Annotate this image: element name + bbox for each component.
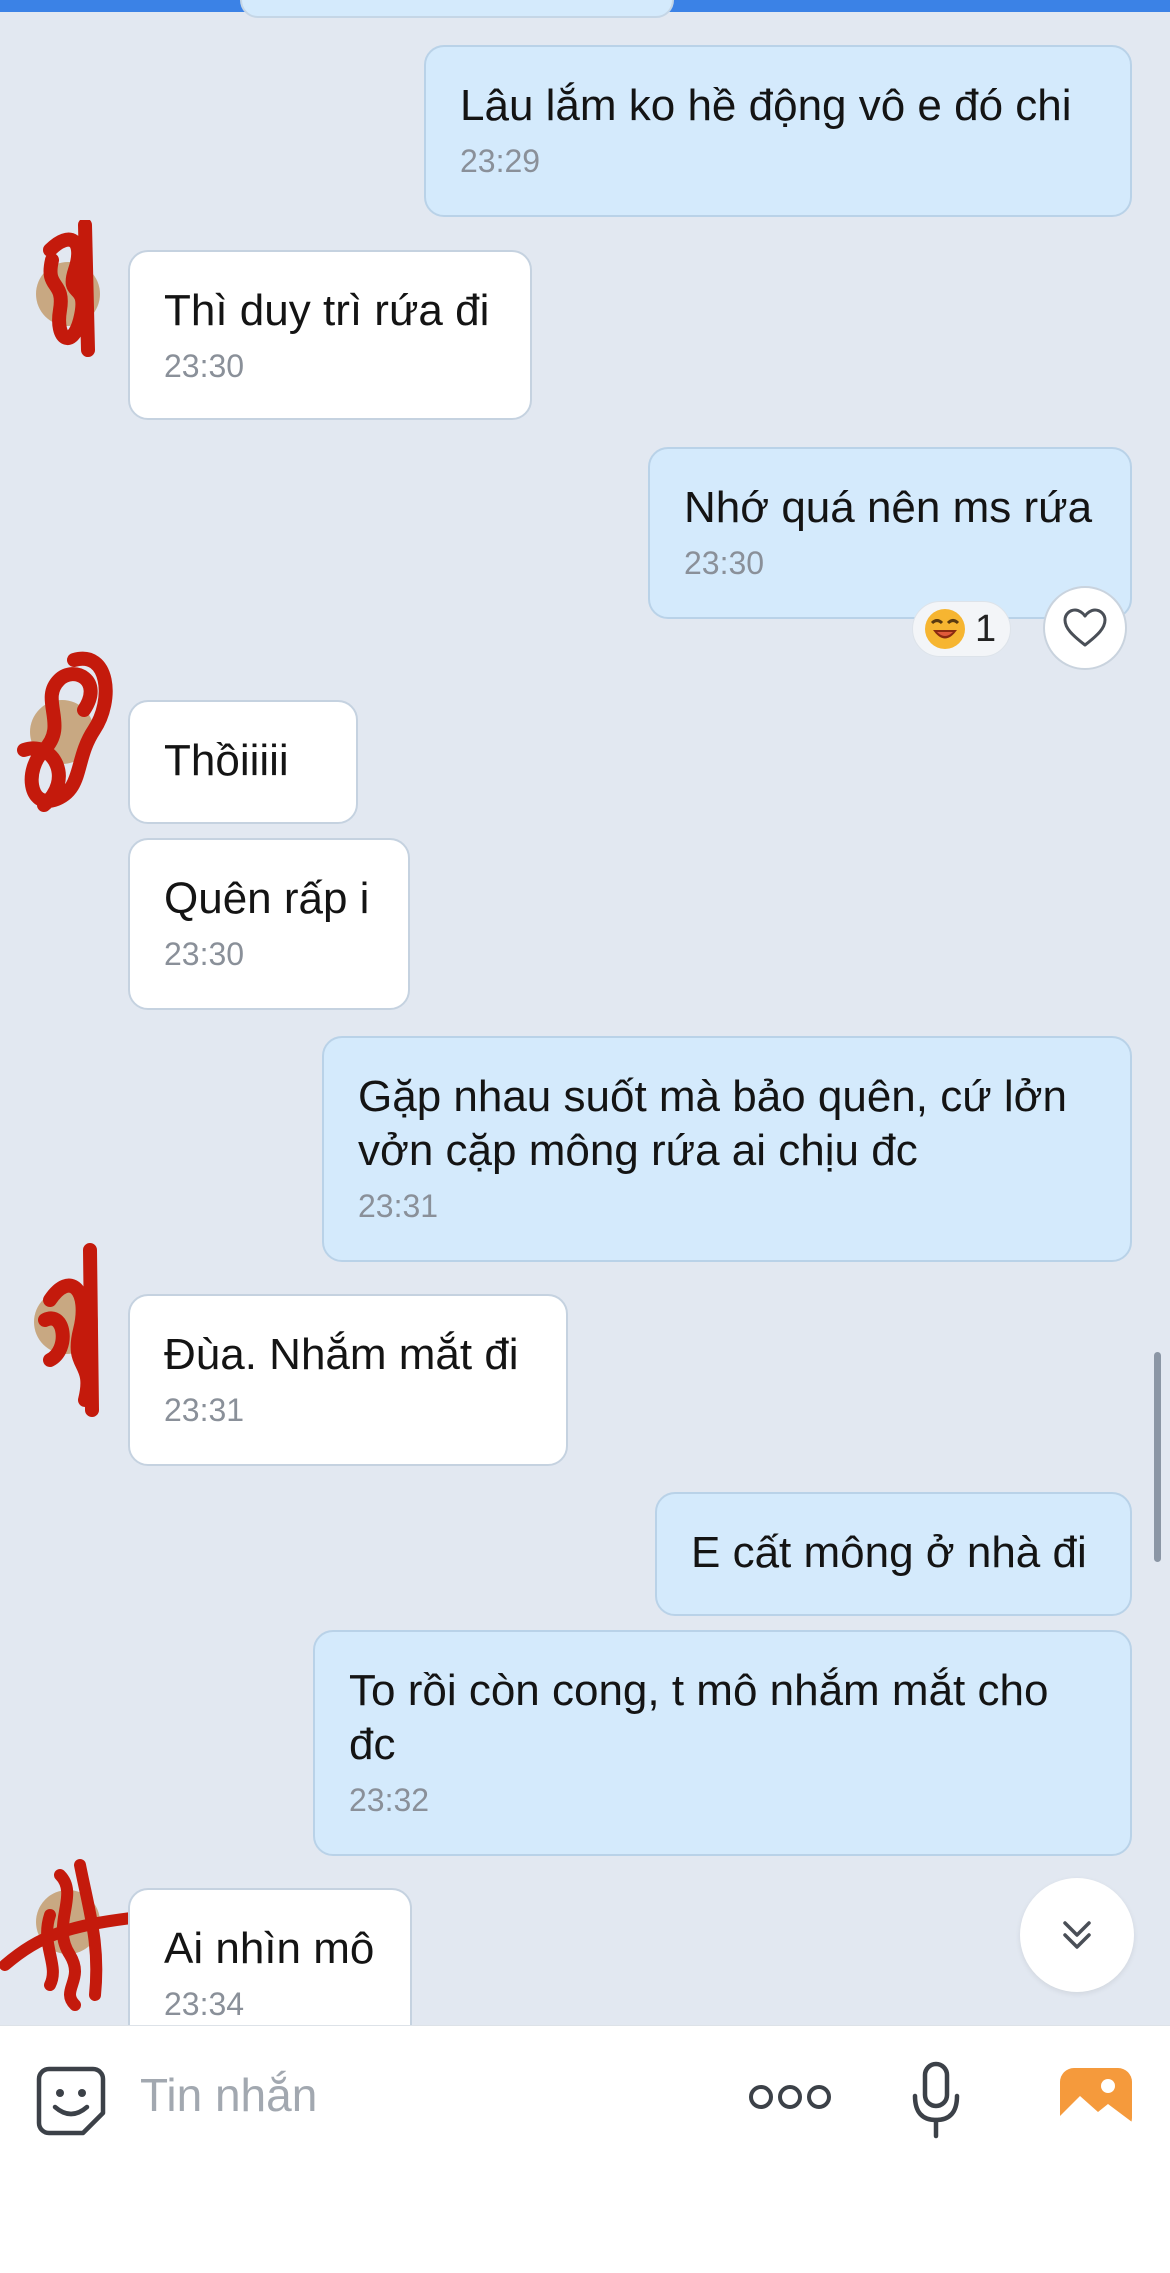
message-text: Thì duy trì rứa đi — [164, 286, 490, 335]
gallery-icon — [1060, 2068, 1132, 2132]
message-bubble-incoming[interactable]: Ai nhìn mô 23:34 — [128, 1888, 412, 2025]
laughing-emoji-icon — [925, 609, 965, 649]
message-text: Gặp nhau suốt mà bảo quên, cứ lởn vởn cặ… — [358, 1072, 1067, 1175]
message-time: 23:31 — [358, 1188, 439, 1224]
message-time: 23:29 — [460, 143, 541, 179]
redaction-scribble — [17, 651, 113, 812]
message-time: 23:34 — [164, 1986, 245, 2022]
redaction-scribble — [38, 1243, 99, 1417]
message-text: Lâu lắm ko hề động vô e đó chi — [460, 81, 1072, 130]
message-text: Đùa. Nhắm mắt đi — [164, 1330, 519, 1379]
sticker-button[interactable] — [34, 2064, 108, 2138]
message-bubble-incoming[interactable]: Quên rấp i 23:30 — [128, 838, 410, 1010]
scrollbar[interactable] — [1154, 1352, 1161, 1562]
double-chevron-down-icon — [1063, 1921, 1091, 1949]
message-text: Nhớ quá nên ms rứa — [684, 483, 1093, 532]
message-time: 23:30 — [164, 348, 245, 384]
message-text: To rồi còn cong, t mô nhắm mắt cho đc — [349, 1666, 1049, 1769]
message-composer — [0, 2025, 1170, 2273]
message-text: Thồiiiii — [164, 736, 289, 785]
chat-area[interactable]: Lâu lắm ko hề động vô e đó chi 23:29 Thì… — [0, 0, 1170, 2025]
gallery-button[interactable] — [1058, 2065, 1134, 2135]
message-bubble-outgoing[interactable]: Lâu lắm ko hề động vô e đó chi 23:29 — [424, 45, 1132, 217]
redaction-scribble — [43, 220, 95, 357]
react-heart-button[interactable] — [1043, 586, 1127, 670]
reaction-pill[interactable]: 1 — [912, 601, 1012, 657]
message-time: 23:31 — [164, 1392, 245, 1428]
more-icon — [749, 2085, 831, 2109]
message-bubble-outgoing[interactable]: Gặp nhau suốt mà bảo quên, cứ lởn vởn cặ… — [322, 1036, 1132, 1262]
previous-message-bubble[interactable] — [240, 0, 674, 18]
message-text: Ai nhìn mô — [164, 1924, 375, 1973]
scroll-to-bottom-button[interactable] — [1020, 1878, 1134, 1992]
message-input[interactable]: Tin nhắn — [140, 2068, 317, 2122]
heart-icon — [1063, 608, 1107, 647]
message-bubble-incoming[interactable]: Thì duy trì rứa đi 23:30 — [128, 250, 532, 420]
message-text: Quên rấp i — [164, 874, 370, 923]
message-bubble-incoming[interactable]: Thồiiiii — [128, 700, 358, 824]
voice-button[interactable] — [906, 2060, 966, 2140]
message-bubble-outgoing[interactable]: To rồi còn cong, t mô nhắm mắt cho đc 23… — [313, 1630, 1132, 1856]
message-bubble-outgoing[interactable]: E cất mông ở nhà đi — [655, 1492, 1132, 1616]
message-time: 23:32 — [349, 1782, 430, 1818]
message-bubble-incoming[interactable]: Đùa. Nhắm mắt đi 23:31 — [128, 1294, 568, 1466]
sticker-icon — [36, 2066, 106, 2136]
message-time: 23:30 — [684, 545, 765, 581]
reaction-count: 1 — [975, 607, 997, 650]
more-button[interactable] — [748, 2080, 832, 2114]
microphone-icon — [912, 2061, 960, 2139]
message-text: E cất mông ở nhà đi — [691, 1528, 1087, 1577]
message-time: 23:30 — [164, 936, 245, 972]
